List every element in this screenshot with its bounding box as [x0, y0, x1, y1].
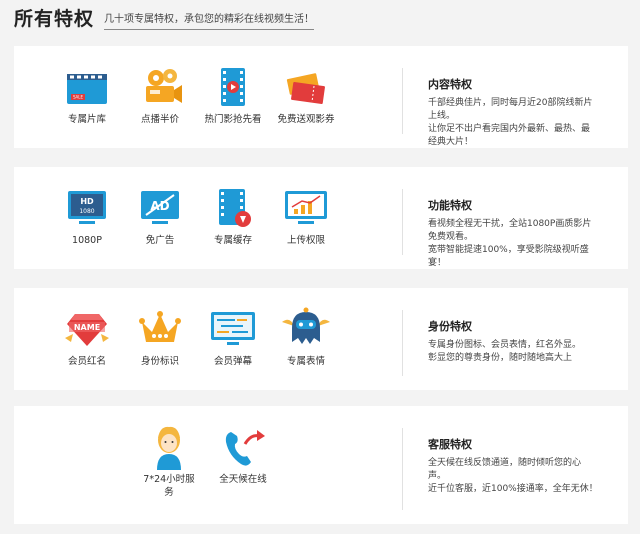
privilege-card-service: 7*24小时服务 全天候在线 客服特权 全天候在线反馈通道，随时倾听您的心声。 … — [14, 406, 628, 524]
privilege-line: 近千位客服，近100%接通率，全年无休！ — [428, 484, 598, 494]
privilege-title: 功能特权 — [428, 199, 472, 212]
privilege-title: 身份特权 — [428, 320, 472, 333]
privilege-line: 全天候在线反馈通道，随时倾听您的心声。 — [428, 458, 582, 481]
feature-label: 热门影抢先看 — [204, 114, 262, 125]
feature-24h-service[interactable]: 7*24小时服务 — [140, 424, 198, 499]
phone-callback-icon — [225, 430, 265, 466]
privilege-description: 身份特权 专属身份图标、会员表情，红名外显。 彰显您的尊贵身份，随时随地高大上 — [428, 318, 598, 365]
privilege-line: 千部经典佳片，同时每月近20部院线新片上线。 — [428, 98, 593, 121]
feature-early-access[interactable]: 热门影抢先看 — [204, 64, 262, 126]
feature-label: 7*24小时服务 — [143, 474, 195, 498]
movie-ticket-icon — [286, 73, 325, 105]
feature-label: 身份标识 — [140, 356, 179, 367]
privilege-line: 让你足不出户看完国内外最新、最热、最经典大片！ — [428, 124, 591, 147]
privilege-description: 客服特权 全天候在线反馈通道，随时倾听您的心声。 近千位客服，近100%接通率，… — [428, 436, 598, 496]
hd-1080-icon: HD 1080 — [68, 191, 106, 224]
privilege-line: 看视频全程无干扰，全站1080P画质影片免费观看。 — [428, 219, 592, 242]
download-cache-icon — [219, 189, 251, 227]
upload-chart-icon — [285, 191, 327, 224]
privilege-line: 彰显您的尊贵身份，随时随地高大上 — [428, 353, 573, 363]
page-title: 所有特权 — [14, 8, 95, 30]
svg-text:1080: 1080 — [79, 208, 94, 215]
movie-camera-icon — [146, 69, 182, 103]
privilege-card-content: SALE 专属片库 点播半价 热门影抢先看 免费送观影券 内容特权 千部经典佳片… — [14, 46, 628, 148]
feature-all-day-online[interactable]: 全天候在线 — [214, 424, 272, 486]
feature-label: 点播半价 — [140, 114, 179, 125]
page-header: 所有特权 几十项专属特权，承包您的精彩在线视频生活！ — [14, 8, 315, 30]
name-gem-icon: NAME — [65, 314, 109, 346]
svg-text:NAME: NAME — [74, 323, 100, 332]
feature-label: 专属表情 — [286, 356, 325, 367]
feature-label: 免费送观影券 — [277, 114, 335, 125]
feature-red-name[interactable]: NAME 会员红名 — [58, 306, 116, 368]
feature-1080p[interactable]: HD 1080 1080P — [58, 185, 116, 247]
privilege-card-function: HD 1080 1080P AD 免广告 专属缓存 — [14, 167, 628, 269]
feature-free-ticket[interactable]: 免费送观影券 — [277, 64, 335, 126]
danmaku-screen-icon — [211, 312, 255, 345]
feature-label: 1080P — [72, 235, 102, 246]
privilege-line: 宽带智能提速100%，享受影院级视听盛宴！ — [428, 245, 589, 268]
svg-text:SALE: SALE — [73, 95, 84, 100]
card-divider — [402, 189, 403, 255]
feature-label: 专属缓存 — [213, 235, 252, 246]
card-divider — [402, 68, 403, 134]
privilege-title: 客服特权 — [428, 438, 472, 451]
feature-label: 会员红名 — [67, 356, 106, 367]
privilege-description: 内容特权 千部经典佳片，同时每月近20部院线新片上线。 让你足不出户看完国内外最… — [428, 76, 598, 149]
film-library-icon: SALE — [67, 74, 107, 104]
ad-free-icon: AD — [141, 191, 179, 224]
feature-label: 会员弹幕 — [213, 356, 252, 367]
film-play-icon — [221, 68, 245, 106]
page-subtitle: 几十项专属特权，承包您的精彩在线视频生活！ — [104, 13, 315, 30]
crown-icon — [139, 311, 181, 342]
feature-label: 全天候在线 — [219, 474, 267, 485]
feature-member-danmaku[interactable]: 会员弹幕 — [204, 306, 262, 368]
feature-upload-permission[interactable]: 上传权限 — [277, 185, 335, 247]
feature-label: 上传权限 — [286, 235, 325, 246]
feature-label: 专属片库 — [67, 114, 106, 125]
feature-half-price[interactable]: 点播半价 — [131, 64, 189, 126]
privilege-title: 内容特权 — [428, 78, 472, 91]
feature-identity-badge[interactable]: 身份标识 — [131, 306, 189, 368]
privilege-line: 专属身份图标、会员表情，红名外显。 — [428, 340, 582, 350]
feature-ad-free[interactable]: AD 免广告 — [131, 185, 189, 247]
service-agent-icon — [157, 426, 181, 470]
svg-text:HD: HD — [80, 197, 94, 206]
feature-label: 免广告 — [145, 235, 175, 246]
feature-exclusive-emoji[interactable]: 专属表情 — [277, 306, 335, 368]
privilege-description: 功能特权 看视频全程无干扰，全站1080P画质影片免费观看。 宽带智能提速100… — [428, 197, 598, 270]
feature-exclusive-cache[interactable]: 专属缓存 — [204, 185, 262, 247]
privilege-card-identity: NAME 会员红名 身份标识 会员弹幕 专属表情 身份特权 专属身份图标、会员表… — [14, 288, 628, 390]
card-divider — [402, 310, 403, 376]
emoji-mascot-icon — [282, 307, 330, 344]
card-divider — [402, 428, 403, 510]
feature-exclusive-library[interactable]: SALE 专属片库 — [58, 64, 116, 126]
